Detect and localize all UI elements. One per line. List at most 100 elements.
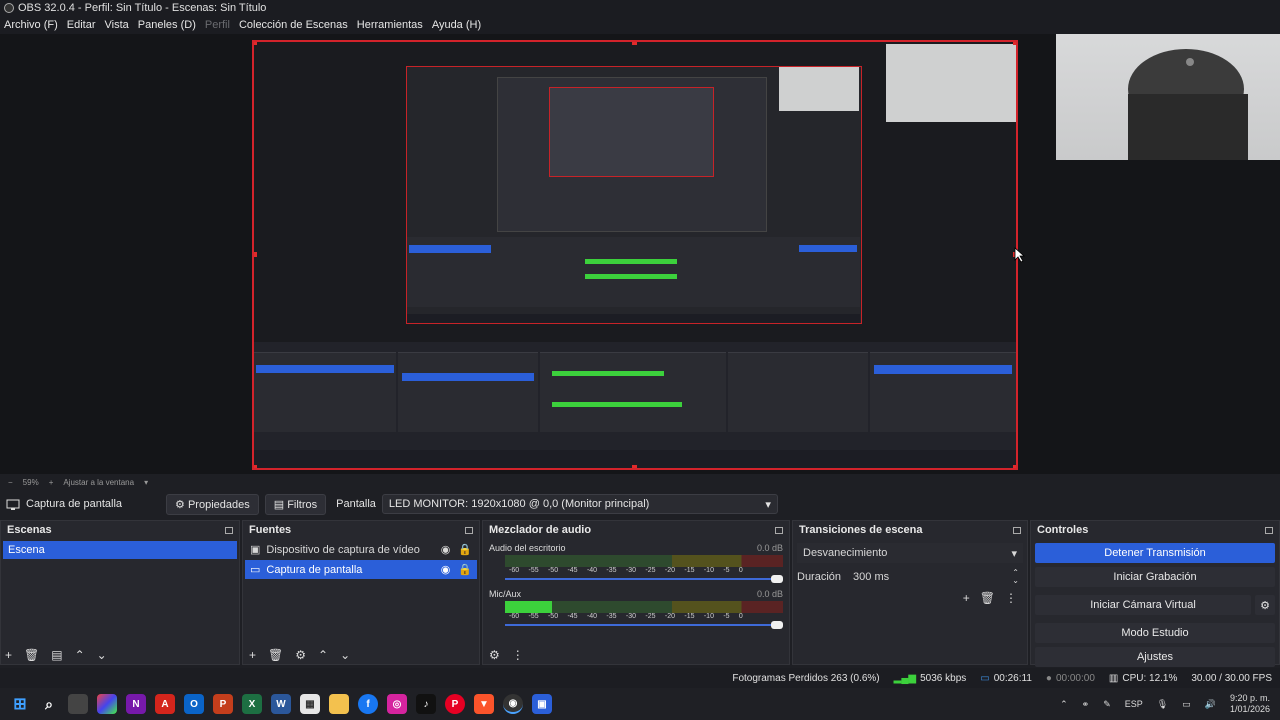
transition-select[interactable]: Desvanecimiento ▾ [797,543,1023,563]
cpu-icon: ▥ [1108,672,1119,684]
obs-taskbar-icon[interactable]: ◉ [503,694,523,714]
mouse-cursor-icon [1014,247,1026,263]
undock-icon[interactable] [1013,526,1021,534]
window-titlebar: OBS 32.0.4 - Perfil: Sin Título - Escena… [0,0,1280,16]
studio-mode-button[interactable]: Modo Estudio [1035,623,1275,643]
pen-icon[interactable]: ✎ [1103,699,1111,710]
brave-icon[interactable]: ▼ [474,694,494,714]
task-view-icon[interactable] [68,694,88,714]
source-row-video-capture[interactable]: ▣ Dispositivo de captura de vídeo ◉ 🔒 [245,540,477,559]
chevron-down-icon: ▾ [765,498,771,511]
scene-filters-button[interactable]: ▤ [51,648,62,662]
add-source-button[interactable]: + [249,648,256,662]
start-recording-button[interactable]: Iniciar Grabación [1035,567,1275,587]
start-virtual-camera-button[interactable]: Iniciar Cámara Virtual [1035,595,1251,615]
recursive-capture [256,44,1016,324]
facebook-icon[interactable]: f [358,694,378,714]
menu-paneles[interactable]: Paneles (D) [138,19,196,31]
fps: 30.00 / 30.00 FPS [1191,672,1272,684]
properties-button[interactable]: ⚙ Propiedades [166,493,259,515]
powerpoint-icon[interactable]: P [213,694,233,714]
chevron-up-icon[interactable]: ⌃ [1060,699,1068,710]
file-explorer-icon[interactable] [329,694,349,714]
transition-menu-icon[interactable]: ⋮ [1005,591,1017,605]
pinterest-icon[interactable]: P [445,694,465,714]
virtual-camera-gear-icon[interactable]: ⚙ [1255,595,1275,615]
zoom-dropdown-icon[interactable]: ▾ [144,478,148,487]
volume-slider[interactable] [505,621,783,629]
screen-label: Pantalla [336,498,376,510]
menu-editar[interactable]: Editar [67,19,96,31]
windows-start-icon[interactable]: ⊞ [10,694,30,714]
status-bar: Fotogramas Perdidos 263 (0.6%) ▂▄▆ 5036 … [0,668,1280,688]
menu-coleccion-escenas[interactable]: Colección de Escenas [239,19,348,31]
add-scene-button[interactable]: + [5,648,12,662]
move-down-icon[interactable]: ⌄ [340,648,350,662]
preview-canvas[interactable] [0,34,1280,474]
undock-icon[interactable] [775,526,783,534]
outlook-icon[interactable]: O [184,694,204,714]
volume-icon[interactable]: 🔊 [1205,699,1216,710]
zoom-in-button[interactable]: + [49,478,54,487]
visibility-eye-icon[interactable]: ◉ [441,543,451,556]
nested-dock-panels [254,342,1016,468]
stream-live-icon: ▭ [980,672,990,684]
lock-icon[interactable]: 🔒 [458,543,472,556]
store-icon[interactable]: ▦ [300,694,320,714]
filters-button[interactable]: ▤ Filtros [264,493,327,515]
source-properties-gear-icon[interactable]: ⚙ [295,648,306,662]
move-down-icon[interactable]: ⌄ [97,648,107,662]
tiktok-icon[interactable]: ♪ [416,694,436,714]
scenes-title: Escenas [7,524,52,536]
move-up-icon[interactable]: ⌃ [318,648,328,662]
app-blue-icon[interactable]: ▣ [532,694,552,714]
menu-herramientas[interactable]: Herramientas [357,19,423,31]
instagram-icon[interactable]: ◎ [387,694,407,714]
source-toolbar: Captura de pantalla ⚙ Propiedades ▤ Filt… [0,492,1280,516]
undock-icon[interactable] [465,526,473,534]
scene-item[interactable]: Escena [3,541,237,559]
remove-source-button[interactable]: 🗑 [268,648,283,662]
menu-vista[interactable]: Vista [105,19,129,31]
settings-button[interactable]: Ajustes [1035,647,1275,667]
search-icon[interactable]: ⌕ [39,694,59,714]
volume-slider[interactable] [505,575,783,583]
source-row-screen-capture[interactable]: ▭ Captura de pantalla ◉ 🔒 [245,560,477,579]
remove-transition-button[interactable]: 🗑 [980,591,995,605]
copilot-icon[interactable] [97,694,117,714]
bitrate: 5036 kbps [920,672,967,684]
excel-icon[interactable]: X [242,694,262,714]
menu-archivo[interactable]: Archivo (F) [4,19,58,31]
acrobat-icon[interactable]: A [155,694,175,714]
gear-icon: ⚙ [175,498,185,511]
word-icon[interactable]: W [271,694,291,714]
onenote-icon[interactable]: N [126,694,146,714]
webcam-source[interactable] [1056,34,1280,160]
undock-icon[interactable] [225,526,233,534]
add-transition-button[interactable]: + [963,591,970,605]
menu-perfil[interactable]: Perfil [205,19,230,31]
microphone-icon[interactable]: 🎙 [1157,699,1168,710]
stop-stream-button[interactable]: Detener Transmisión [1035,543,1275,563]
sources-title: Fuentes [249,524,292,536]
advanced-audio-gear-icon[interactable]: ⚙ [489,648,500,662]
mixer-menu-icon[interactable]: ⋮ [512,648,524,662]
remove-scene-button[interactable]: 🗑 [24,648,39,662]
display-icon[interactable]: ▭ [1182,699,1191,710]
zoom-out-button[interactable]: − [8,478,13,487]
network-icon[interactable]: ⚭ [1082,699,1090,710]
move-up-icon[interactable]: ⌃ [75,648,85,662]
undock-icon[interactable] [1265,526,1273,534]
duration-spinbox[interactable]: 300 ms ⌃ ⌄ [849,567,1023,587]
lock-icon[interactable]: 🔒 [458,563,472,576]
visibility-eye-icon[interactable]: ◉ [441,563,451,576]
dropped-frames: Fotogramas Perdidos 263 (0.6%) [732,672,880,684]
screen-select[interactable]: LED MONITOR: 1920x1080 @ 0,0 (Monitor pr… [381,494,778,514]
windows-taskbar: ⊞ ⌕ N A O P X W ▦ f ◎ ♪ P ▼ ◉ ▣ ⌃ ⚭ ✎ ES… [0,688,1280,720]
clock[interactable]: 9:20 p. m. 1/01/2026 [1230,693,1270,715]
screen-capture-source[interactable] [252,40,1018,470]
language-indicator[interactable]: ESP [1125,699,1143,709]
preview-zoom-bar: − 59% + Ajustar a la ventana ▾ [0,475,1280,489]
fit-window-button[interactable]: Ajustar a la ventana [63,478,134,487]
menu-ayuda[interactable]: Ayuda (H) [432,19,481,31]
